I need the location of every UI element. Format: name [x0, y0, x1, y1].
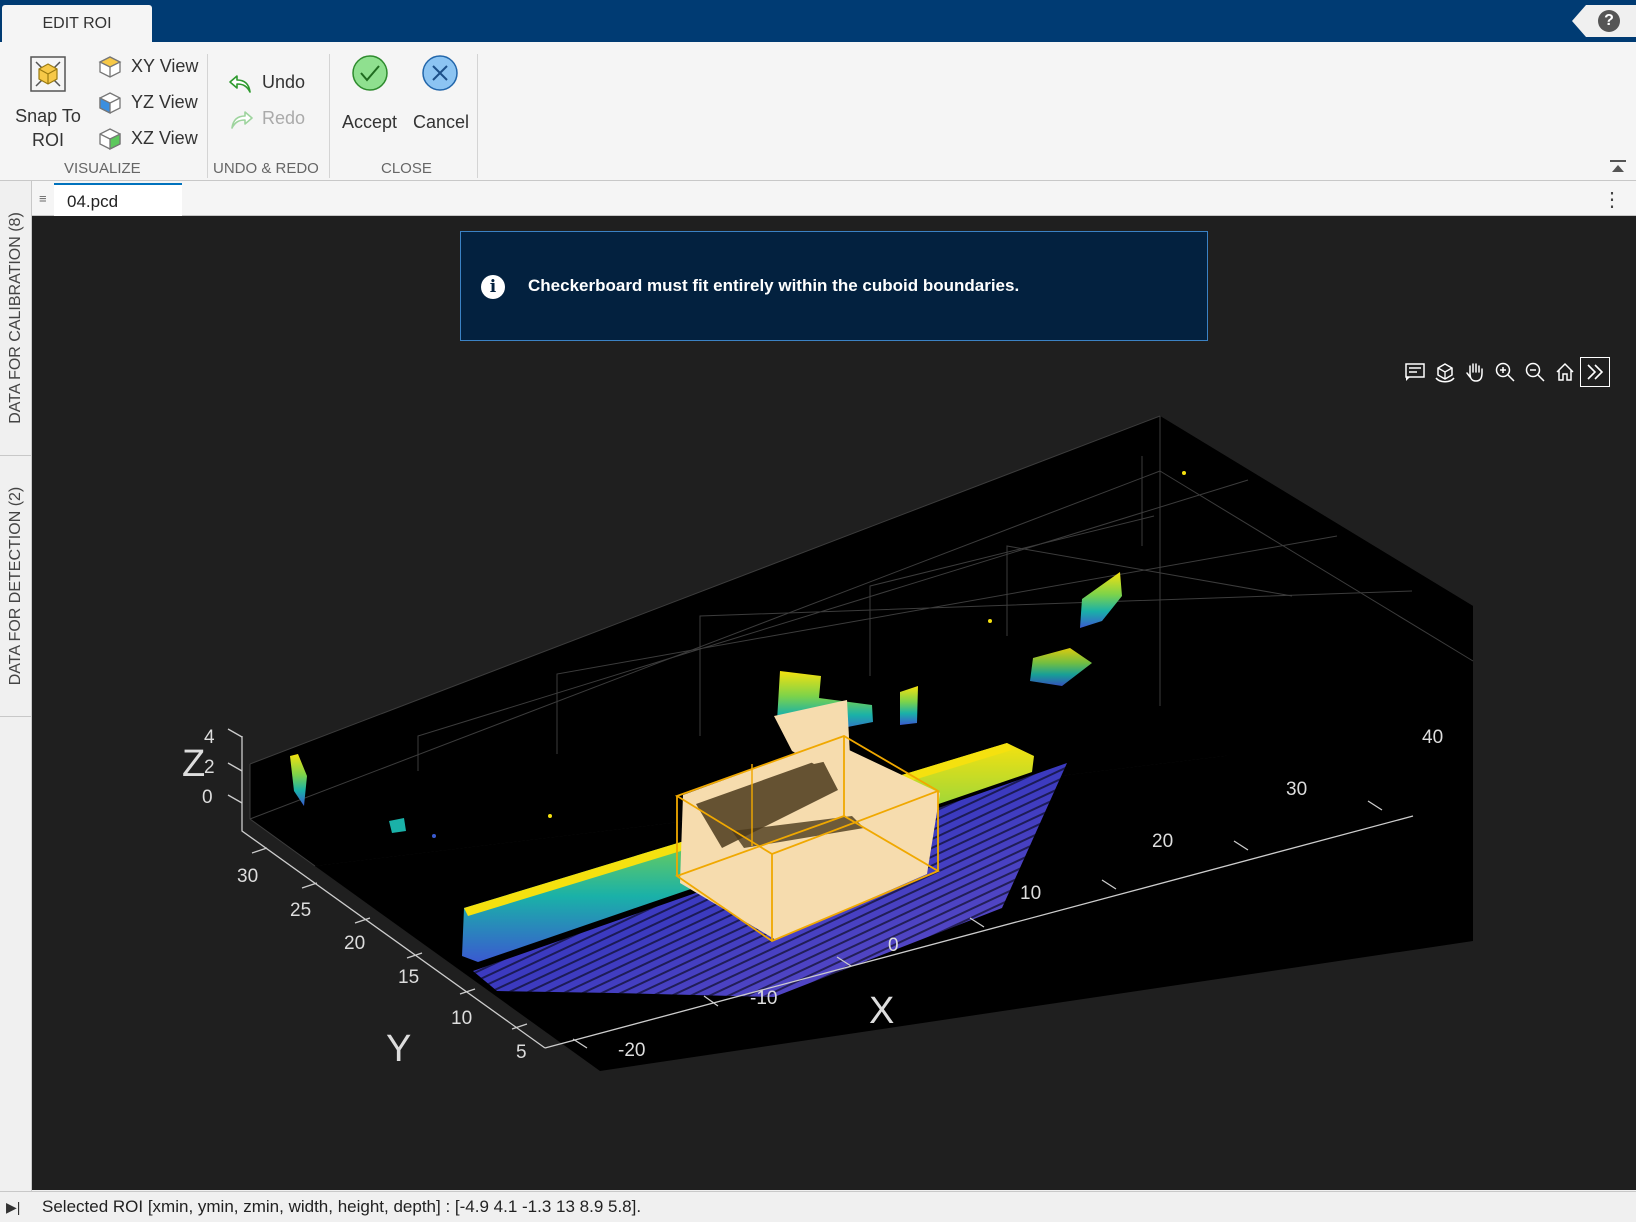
- yz-view-button[interactable]: YZ View: [98, 90, 202, 118]
- z-tick-label: 4: [204, 727, 215, 748]
- y-tick-label: 25: [290, 900, 311, 921]
- y-tick-label: 20: [344, 933, 365, 954]
- x-tick-label: 20: [1152, 831, 1173, 852]
- yz-view-label: YZ View: [131, 92, 198, 112]
- z-tick-label: 0: [202, 787, 213, 808]
- zoom-in-icon[interactable]: [1490, 357, 1520, 387]
- x-tick-label: 10: [1020, 883, 1041, 904]
- zoom-out-icon[interactable]: [1520, 357, 1550, 387]
- undo-redo-section-label: UNDO & REDO: [213, 160, 319, 177]
- info-icon: i: [481, 275, 505, 299]
- xz-view-button[interactable]: XZ View: [98, 126, 202, 154]
- left-panel: DATA FOR CALIBRATION (8) DATA FOR DETECT…: [0, 181, 32, 1191]
- x-tick-label: 30: [1286, 779, 1307, 800]
- help-button[interactable]: ?: [1572, 5, 1636, 37]
- undo-button[interactable]: Undo: [228, 70, 318, 98]
- y-tick-label: 15: [398, 967, 419, 988]
- x-axis-label: X: [869, 990, 894, 1032]
- help-icon: ?: [1598, 10, 1620, 32]
- divider: [329, 54, 330, 178]
- status-text: Selected ROI [xmin, ymin, zmin, width, h…: [42, 1197, 642, 1216]
- snap-to-roi-icon: [30, 56, 66, 92]
- y-axis-label: Y: [386, 1028, 411, 1070]
- cancel-label: Cancel: [413, 112, 470, 132]
- tab-data-for-calibration-label: DATA FOR CALIBRATION (8): [6, 212, 24, 424]
- y-tick-label: 30: [237, 866, 258, 887]
- yz-view-icon: [99, 92, 121, 115]
- document-tab-bar: ≡ 04.pcd ⋮: [32, 181, 1636, 217]
- more-options-icon[interactable]: ⋮: [1602, 187, 1622, 212]
- check-icon: [352, 55, 388, 91]
- z-tick-label: 2: [204, 757, 215, 778]
- expand-icon[interactable]: [1580, 357, 1610, 387]
- xz-view-icon: [99, 128, 121, 151]
- top-bar: EDIT ROI ?: [0, 0, 1636, 42]
- pan-icon[interactable]: [1460, 357, 1490, 387]
- toolstrip: Snap To ROI XY View YZ View XZ View VISU…: [0, 42, 1636, 181]
- data-tips-icon[interactable]: [1400, 357, 1430, 387]
- axes-toolbar: [1400, 357, 1610, 387]
- point-cloud-plot[interactable]: -20 -10 0 10 20 30 40 5 10 15 20 25 30 0…: [32, 216, 1636, 1190]
- snap-to-roi-button[interactable]: Snap To ROI: [10, 54, 86, 154]
- status-panel-toggle-icon[interactable]: ▶|: [6, 1199, 20, 1216]
- xz-view-label: XZ View: [131, 128, 198, 148]
- tab-data-for-detection[interactable]: DATA FOR DETECTION (2): [0, 456, 31, 717]
- divider: [207, 54, 208, 178]
- undo-label: Undo: [262, 72, 306, 92]
- tab-edit-roi[interactable]: EDIT ROI: [2, 5, 152, 42]
- info-banner-text: Checkerboard must fit entirely within th…: [528, 276, 1020, 295]
- accept-button[interactable]: Accept: [340, 54, 400, 142]
- tab-edit-roi-label: EDIT ROI: [42, 14, 112, 32]
- accept-label: Accept: [342, 112, 398, 132]
- xy-view-button[interactable]: XY View: [98, 54, 202, 82]
- redo-label: Redo: [262, 108, 306, 128]
- close-section-label: CLOSE: [381, 160, 432, 177]
- divider: [477, 54, 478, 178]
- x-tick-label: 0: [888, 935, 899, 956]
- grip-icon[interactable]: ≡: [39, 191, 47, 206]
- xy-view-label: XY View: [131, 56, 199, 76]
- z-axis-ticks: [227, 728, 243, 804]
- info-banner: i Checkerboard must fit entirely within …: [460, 231, 1208, 341]
- z-axis-label: Z: [182, 743, 205, 785]
- x-tick-label: 40: [1422, 727, 1443, 748]
- x-tick-label: -20: [618, 1040, 645, 1061]
- snap-to-roi-label: Snap To ROI: [15, 106, 81, 150]
- undo-icon: [229, 75, 251, 93]
- collapse-toolstrip-icon[interactable]: [1610, 160, 1626, 174]
- tab-data-for-calibration[interactable]: DATA FOR CALIBRATION (8): [0, 181, 31, 456]
- x-tick-label: -10: [750, 988, 777, 1009]
- cancel-icon: [422, 55, 458, 91]
- plot-canvas[interactable]: -20 -10 0 10 20 30 40 5 10 15 20 25 30 0…: [32, 216, 1636, 1190]
- redo-icon: [231, 111, 253, 129]
- y-tick-label: 10: [451, 1008, 472, 1029]
- xy-view-icon: [98, 56, 122, 78]
- cancel-button[interactable]: Cancel: [411, 54, 473, 142]
- home-icon[interactable]: [1550, 357, 1580, 387]
- rotate-3d-icon[interactable]: [1430, 357, 1460, 387]
- document-tab-label: 04.pcd: [67, 192, 119, 211]
- y-tick-label: 5: [516, 1042, 527, 1063]
- tab-data-for-detection-label: DATA FOR DETECTION (2): [6, 486, 24, 686]
- status-bar: ▶| Selected ROI [xmin, ymin, zmin, width…: [0, 1191, 1636, 1222]
- document-tab[interactable]: 04.pcd: [54, 183, 182, 217]
- redo-button[interactable]: Redo: [228, 106, 318, 134]
- visualize-section-label: VISUALIZE: [64, 160, 141, 177]
